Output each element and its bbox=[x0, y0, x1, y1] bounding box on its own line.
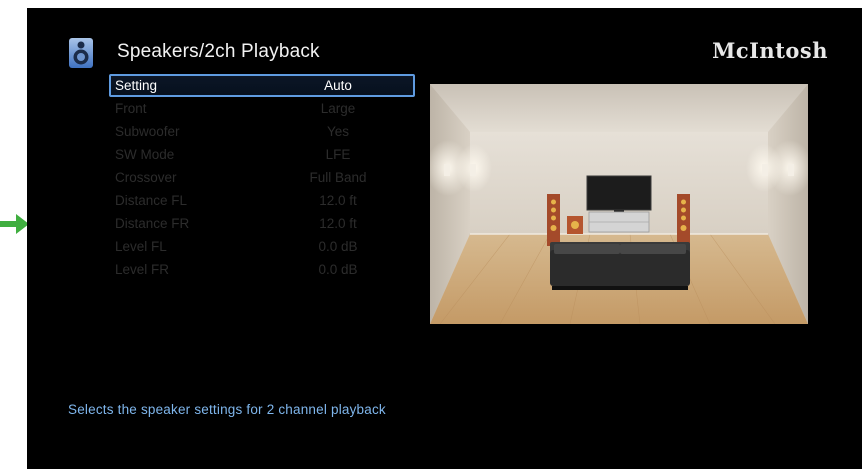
menu-item-front[interactable]: Front Large bbox=[109, 97, 415, 120]
menu-item-value: Large bbox=[320, 101, 356, 116]
menu-item-level-fl[interactable]: Level FL 0.0 dB bbox=[109, 235, 415, 258]
menu-item-crossover[interactable]: Crossover Full Band bbox=[109, 166, 415, 189]
menu-item-label: Crossover bbox=[115, 170, 177, 185]
menu-item-value: 12.0 ft bbox=[319, 216, 357, 231]
menu-item-subwoofer[interactable]: Subwoofer Yes bbox=[109, 120, 415, 143]
menu-item-value: 0.0 dB bbox=[318, 239, 358, 254]
tv-screen: Speakers/2ch Playback McIntosh Setting A… bbox=[27, 8, 862, 469]
menu-item-label: Setting bbox=[115, 78, 158, 93]
pointer-arrow-icon bbox=[0, 214, 29, 234]
menu-item-value: Auto bbox=[324, 78, 352, 93]
menu-item-value: 0.0 dB bbox=[318, 262, 358, 277]
menu-item-label: Level FL bbox=[115, 239, 167, 254]
menu-item-label: Level FR bbox=[115, 262, 170, 277]
menu-item-distance-fl[interactable]: Distance FL 12.0 ft bbox=[109, 189, 415, 212]
menu-item-level-fr[interactable]: Level FR 0.0 dB bbox=[109, 258, 415, 281]
menu-item-setting[interactable]: Setting Auto bbox=[109, 74, 415, 97]
menu-item-sw-mode[interactable]: SW Mode LFE bbox=[109, 143, 415, 166]
menu-item-value: LFE bbox=[325, 147, 351, 162]
brand-logo: McIntosh bbox=[712, 38, 828, 63]
living-room-speaker-layout-image bbox=[430, 84, 808, 324]
help-text: Selects the speaker settings for 2 chann… bbox=[68, 402, 386, 417]
menu-item-label: Subwoofer bbox=[115, 124, 180, 139]
menu-item-distance-fr[interactable]: Distance FR 12.0 ft bbox=[109, 212, 415, 235]
menu-item-value: Yes bbox=[326, 124, 350, 139]
menu-item-label: Front bbox=[115, 101, 147, 116]
menu-item-value: 12.0 ft bbox=[319, 193, 357, 208]
speaker-icon bbox=[69, 38, 93, 68]
page-title: Speakers/2ch Playback bbox=[117, 41, 320, 62]
menu-item-label: SW Mode bbox=[115, 147, 175, 162]
menu-item-value: Full Band bbox=[309, 170, 367, 185]
menu-item-label: Distance FL bbox=[115, 193, 188, 208]
menu-item-label: Distance FR bbox=[115, 216, 190, 231]
settings-menu: Setting Auto Front Large Subwoofer Yes S… bbox=[109, 74, 415, 281]
